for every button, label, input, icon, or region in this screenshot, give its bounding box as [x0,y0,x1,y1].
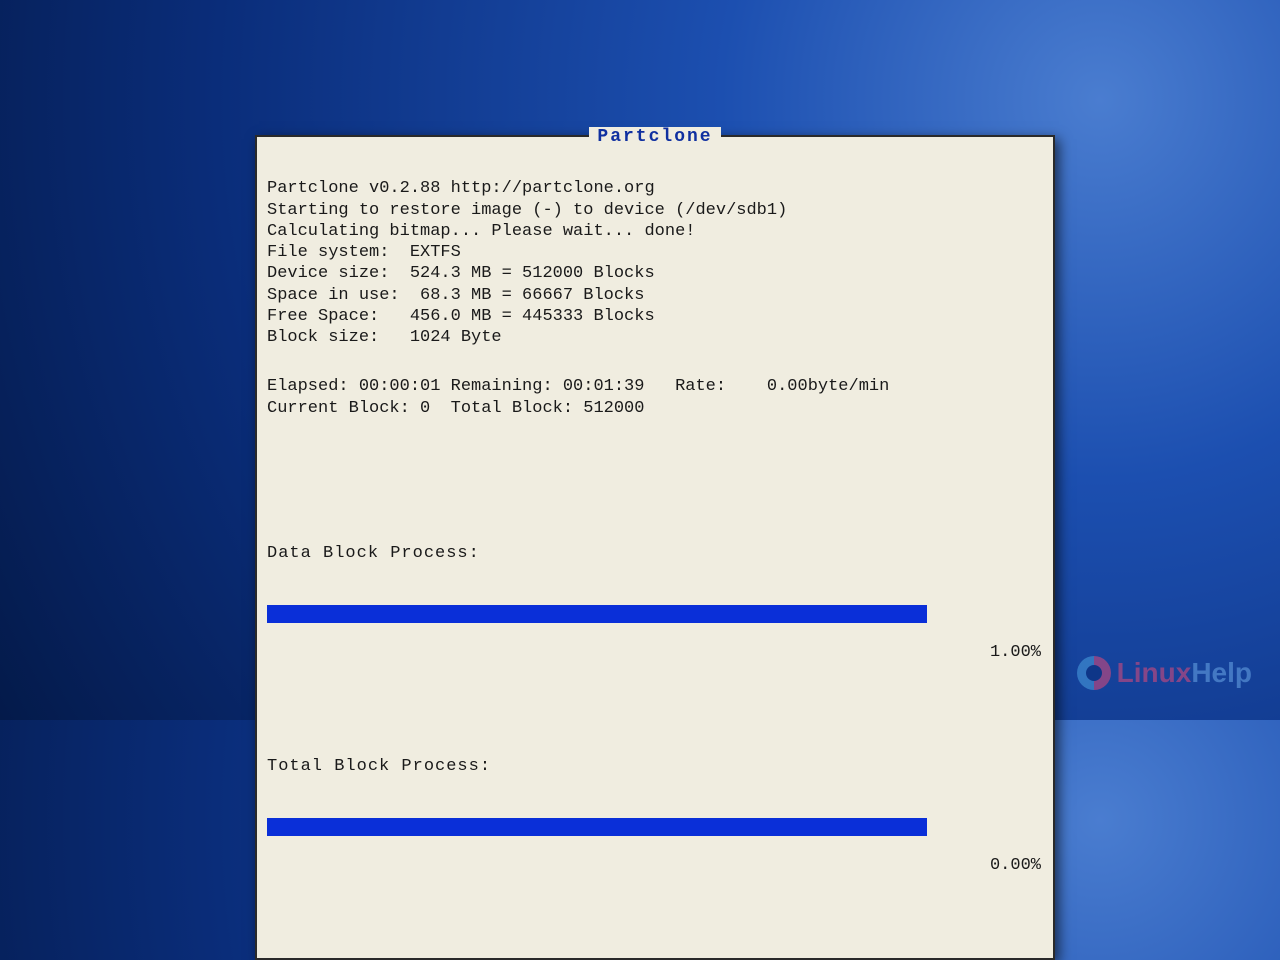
total-block-row: Total Block Process: 0.00% [267,714,1043,879]
line-filesystem: File system: EXTFS [267,243,461,262]
line-free-space: Free Space: 456.0 MB = 445333 Blocks [267,307,655,326]
data-block-row: Data Block Process: 1.00% [267,501,1043,666]
dialog-title-bar: Partclone [257,137,1053,157]
line-bitmap: Calculating bitmap... Please wait... don… [267,222,695,241]
watermark: LinuxHelp [1077,656,1252,690]
status-block: Elapsed: 00:00:01 Remaining: 00:01:39 Ra… [267,376,1043,419]
dialog-content: Partclone v0.2.88 http://partclone.org S… [257,157,1053,958]
status-line-2: Current Block: 0 Total Block: 512000 [267,399,644,418]
partclone-dialog: Partclone Partclone v0.2.88 http://partc… [255,135,1055,960]
line-version: Partclone v0.2.88 http://partclone.org [267,179,655,198]
total-block-progressbar [267,818,927,836]
total-block-percent: 0.00% [945,855,1043,878]
dialog-title: Partclone [589,127,720,147]
linuxhelp-logo-icon [1077,656,1111,690]
line-block-size: Block size: 1024 Byte [267,328,502,347]
line-space-in-use: Space in use: 68.3 MB = 66667 Blocks [267,286,644,305]
line-device-size: Device size: 524.3 MB = 512000 Blocks [267,264,655,283]
data-block-progressbar [267,605,927,623]
watermark-text: LinuxHelp [1117,657,1252,689]
total-block-label: Total Block Process: [267,756,927,777]
progress-section: Data Block Process: 1.00% Total Block Pr… [267,458,1043,906]
data-block-label: Data Block Process: [267,543,927,564]
line-action: Starting to restore image (-) to device … [267,201,787,220]
data-block-percent: 1.00% [945,642,1043,665]
status-line-1: Elapsed: 00:00:01 Remaining: 00:01:39 Ra… [267,377,889,396]
